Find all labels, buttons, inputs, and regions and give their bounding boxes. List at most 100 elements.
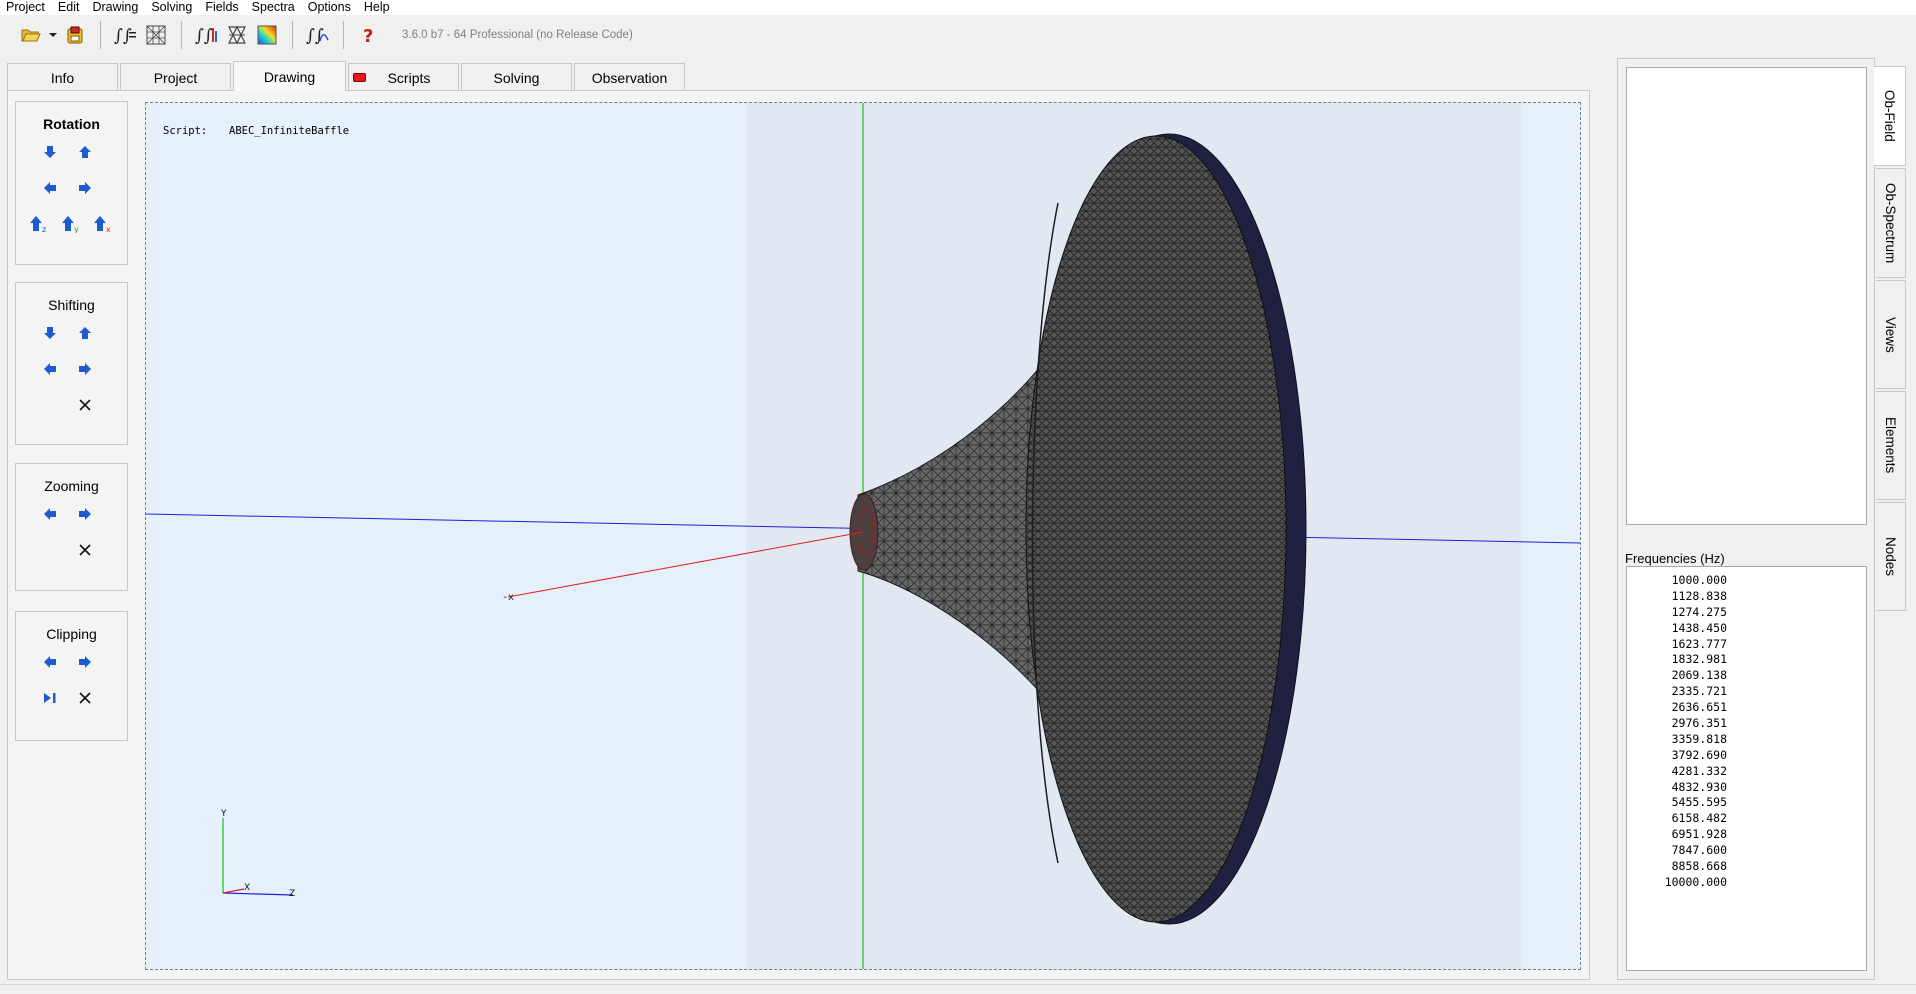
list-item[interactable]: 4281.332 <box>1627 764 1727 780</box>
side-tab-ob-spectrum[interactable]: Ob-Spectrum <box>1876 168 1906 278</box>
frequency-list[interactable]: 1000.000 1128.838 1274.275 1438.450 1623… <box>1626 566 1867 971</box>
field-integral-icon[interactable]: ∫∫ <box>192 20 222 50</box>
rotate-up-button[interactable] <box>73 140 97 164</box>
rotate-y-axis-button[interactable]: y <box>60 212 84 236</box>
menu-help[interactable]: Help <box>358 0 397 15</box>
dropdown-arrow-icon[interactable] <box>46 20 60 50</box>
list-item[interactable]: 3359.818 <box>1627 732 1727 748</box>
svg-text:∫∫: ∫∫ <box>306 26 324 45</box>
svg-text:∫∫: ∫∫ <box>114 26 132 45</box>
mesh-scene: -x Y X Z <box>146 103 1580 969</box>
gizmo-z-axis <box>222 892 294 896</box>
clipping-group: Clipping <box>15 611 128 741</box>
color-spectrum-icon[interactable] <box>252 20 282 50</box>
save-disk-icon[interactable] <box>60 20 90 50</box>
clip-left-button[interactable] <box>38 650 62 674</box>
menu-spectra[interactable]: Spectra <box>246 0 302 15</box>
list-item[interactable]: 2069.138 <box>1627 668 1727 684</box>
zooming-title: Zooming <box>44 478 99 494</box>
shift-reset-button[interactable] <box>73 393 97 417</box>
observation-field-list[interactable] <box>1626 67 1867 525</box>
list-item[interactable]: 2636.651 <box>1627 700 1727 716</box>
svg-text:?: ? <box>363 26 373 45</box>
main-tab-bar: Info Project Drawing Scripts Solving Obs… <box>7 61 687 91</box>
list-item[interactable]: 6158.482 <box>1627 811 1727 827</box>
toolbar-separator <box>181 21 182 49</box>
clip-right-button[interactable] <box>73 650 97 674</box>
list-item[interactable]: 6951.928 <box>1627 827 1727 843</box>
list-item[interactable]: 1832.981 <box>1627 652 1727 668</box>
side-tab-label: Elements <box>1883 417 1898 474</box>
tab-observation[interactable]: Observation <box>574 63 685 91</box>
tab-label: Drawing <box>263 68 316 85</box>
menu-drawing[interactable]: Drawing <box>86 0 145 15</box>
rotate-x-axis-button[interactable]: x <box>92 212 116 236</box>
shift-right-button[interactable] <box>73 357 97 381</box>
tab-label: Observation <box>591 69 668 86</box>
horn-mesh <box>849 133 1307 925</box>
zoom-in-button[interactable] <box>73 502 97 526</box>
gizmo-x-label: X <box>244 883 250 893</box>
zoom-out-button[interactable] <box>38 502 62 526</box>
tab-solving[interactable]: Solving <box>461 63 572 91</box>
x-axis-line <box>507 531 864 598</box>
side-tab-label: Ob-Field <box>1882 90 1897 142</box>
list-item[interactable]: 1438.450 <box>1627 621 1727 637</box>
shift-up-button[interactable] <box>73 321 97 345</box>
list-item[interactable]: 4832.930 <box>1627 780 1727 796</box>
mesh-grid-icon[interactable] <box>141 20 171 50</box>
tab-drawing[interactable]: Drawing <box>233 61 346 91</box>
help-question-icon[interactable]: ? <box>354 20 384 50</box>
side-tab-views[interactable]: Views <box>1876 280 1906 389</box>
menu-options[interactable]: Options <box>302 0 358 15</box>
menu-solving[interactable]: Solving <box>145 0 199 15</box>
observation-side-panel: Frequencies (Hz) 1000.000 1128.838 1274.… <box>1617 58 1875 980</box>
list-item[interactable]: 1128.838 <box>1627 589 1727 605</box>
zoom-reset-button[interactable] <box>73 538 97 562</box>
menu-edit[interactable]: Edit <box>52 0 87 15</box>
rotate-down-button[interactable] <box>38 140 62 164</box>
shifting-title: Shifting <box>48 297 95 313</box>
rotate-left-button[interactable] <box>38 176 62 200</box>
side-tab-ob-field[interactable]: Ob-Field <box>1874 66 1906 166</box>
tab-info[interactable]: Info <box>7 63 118 91</box>
clip-reset-button[interactable] <box>73 686 97 710</box>
solve-integral-icon[interactable]: ∫∫ <box>111 20 141 50</box>
tab-label: Solving <box>493 69 540 86</box>
tab-scripts[interactable]: Scripts <box>348 63 459 91</box>
shift-left-button[interactable] <box>38 357 62 381</box>
list-item[interactable]: 2976.351 <box>1627 716 1727 732</box>
side-tab-elements[interactable]: Elements <box>1876 391 1906 500</box>
list-item[interactable]: 1623.777 <box>1627 637 1727 653</box>
shift-down-button[interactable] <box>38 321 62 345</box>
rotate-z-axis-button[interactable]: z <box>28 212 52 236</box>
list-item[interactable]: 7847.600 <box>1627 843 1727 859</box>
list-item[interactable]: 5455.595 <box>1627 795 1727 811</box>
clipping-title: Clipping <box>46 626 97 642</box>
list-item[interactable]: 1274.275 <box>1627 605 1727 621</box>
drawing-viewport[interactable]: Script: ABEC_InfiniteBaffle -x Y X Z <box>145 102 1581 970</box>
gizmo-y-label: Y <box>220 809 227 819</box>
spectrum-integral-icon[interactable]: ∫∫ <box>303 20 333 50</box>
axis-x-label: x <box>106 225 111 233</box>
side-tab-nodes[interactable]: Nodes <box>1876 502 1906 611</box>
gizmo-z-label: Z <box>289 889 295 899</box>
axis-y-label: y <box>74 225 79 233</box>
list-item[interactable]: 10000.000 <box>1627 875 1727 891</box>
toolbar-separator <box>292 21 293 49</box>
x-axis-marker-label: -x <box>502 592 514 603</box>
folder-open-icon[interactable] <box>16 20 46 50</box>
rotate-right-button[interactable] <box>73 176 97 200</box>
mesh-view-icon[interactable] <box>222 20 252 50</box>
shifting-group: Shifting <box>15 282 128 445</box>
menu-fields[interactable]: Fields <box>199 0 245 15</box>
status-bar <box>0 984 1916 994</box>
clip-step-button[interactable] <box>38 686 62 710</box>
list-item[interactable]: 1000.000 <box>1627 573 1727 589</box>
menu-project[interactable]: Project <box>0 0 52 15</box>
tab-project[interactable]: Project <box>120 63 231 91</box>
list-item[interactable]: 8858.668 <box>1627 859 1727 875</box>
list-item[interactable]: 3792.690 <box>1627 748 1727 764</box>
side-tab-label: Ob-Spectrum <box>1883 182 1898 264</box>
list-item[interactable]: 2335.721 <box>1627 684 1727 700</box>
